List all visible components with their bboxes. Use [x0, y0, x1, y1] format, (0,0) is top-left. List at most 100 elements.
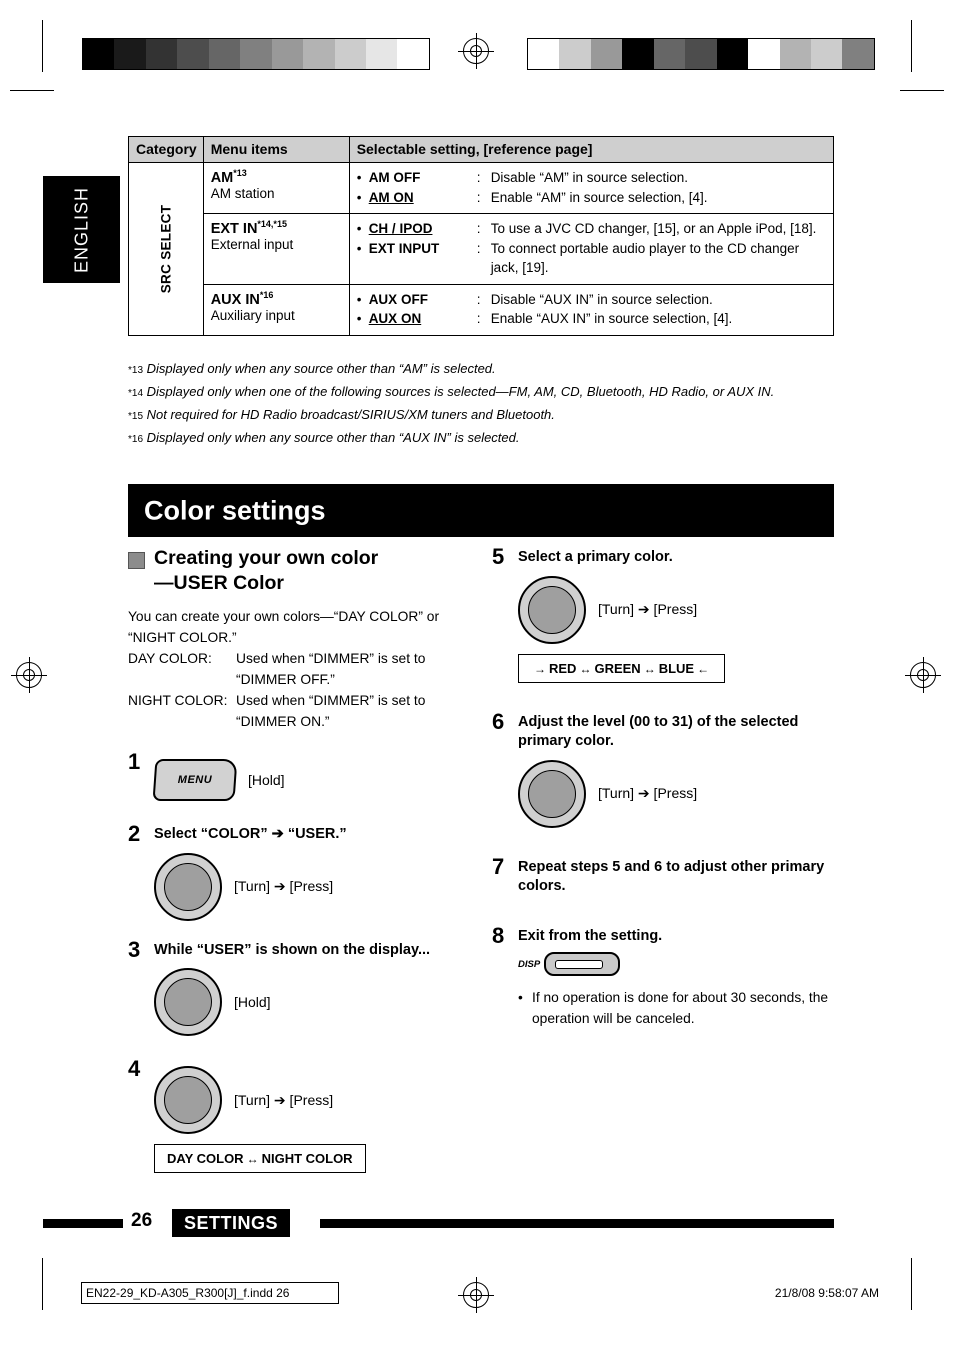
registration-mark-left: [11, 657, 47, 693]
definition-list: DAY COLOR: Used when “DIMMER” is set to …: [128, 649, 473, 733]
footer-rule-right: [320, 1219, 834, 1228]
header-category: Category: [128, 136, 204, 163]
footnote-marker: *13: [233, 168, 247, 178]
option-row: • AM ON : Enable “AM” in source selectio…: [357, 188, 827, 208]
cycle-box-day-night: DAY COLOR ↔ NIGHT COLOR: [154, 1144, 366, 1174]
footnote-marker: *16: [259, 289, 274, 300]
menu-item-title: AM*13: [210, 168, 247, 186]
subsection-heading: Creating your own color —USER Color: [128, 546, 473, 595]
step-number: 7: [492, 853, 505, 879]
step-action-label: [Hold]: [248, 771, 285, 788]
menu-item-cell-ext-in: EXT IN*14,*15 External input: [202, 213, 350, 285]
cycle-option: NIGHT COLOR: [261, 1151, 353, 1167]
definition-value: Used when “DIMMER” is set to: [236, 651, 426, 667]
option-name: AM OFF: [368, 170, 421, 185]
registration-mark-top: [458, 33, 494, 69]
crop-mark-right: [911, 20, 912, 72]
footnote-text: Displayed only when any source other tha…: [146, 429, 520, 445]
cycle-arrow-icon: →: [534, 661, 546, 676]
colon: :: [476, 291, 481, 307]
menu-item-title: EXT IN*14,*15: [210, 219, 287, 237]
settings-cell-am: • AM OFF : Disable “AM” in source select…: [348, 161, 835, 215]
crop-mark-top: [10, 90, 54, 91]
step-control-row: [Hold]: [154, 968, 473, 1037]
control-knob-icon[interactable]: [154, 1066, 222, 1135]
menu-item-subtitle: External input: [210, 236, 294, 252]
definition-row: DAY COLOR: Used when “DIMMER” is set to: [128, 649, 473, 670]
step-instruction: Adjust the level (00 to 31) of the selec…: [518, 713, 799, 750]
colon: :: [476, 189, 481, 205]
crop-mark-top-right: [900, 90, 944, 91]
step-8: 8 Exit from the setting. DISP • If no op…: [492, 924, 842, 1030]
step-5: 5 Select a primary color. [Turn] ➔ [Pres…: [492, 546, 842, 683]
settings-table: Category Menu items Selectable setting, …: [128, 136, 835, 336]
bullet-icon: •: [356, 221, 362, 237]
footnote-text: Displayed only when one of the following…: [146, 383, 775, 399]
table-row: SRC SELECT AM*13 AM station • AM OFF : D…: [128, 161, 835, 336]
definition-key: DAY COLOR:: [128, 651, 212, 667]
footnote: *14 Displayed only when one of the follo…: [128, 381, 848, 404]
registration-mark-bottom: [458, 1277, 494, 1313]
option-row: • CH / IPOD : To use a JVC CD changer, […: [357, 219, 827, 239]
menu-item-subtitle: Auxiliary input: [210, 307, 295, 323]
bullet-icon: •: [356, 189, 362, 205]
step-number: 4: [128, 1056, 141, 1082]
colon: :: [476, 170, 481, 185]
colon: :: [476, 311, 481, 327]
step-action-label: [Turn] ➔ [Press]: [598, 785, 698, 802]
step-instruction: Exit from the setting.: [518, 927, 663, 944]
control-knob-icon[interactable]: [154, 852, 222, 921]
disp-button-label: DISP: [518, 958, 541, 970]
option-description: To connect portable audio player to the …: [490, 240, 800, 276]
option-row: • AUX OFF : Disable “AUX IN” in source s…: [357, 290, 827, 310]
option-name: CH / IPOD: [368, 221, 433, 237]
bullet-icon: •: [356, 311, 362, 327]
menu-item-cell-aux-in: AUX IN*16 Auxiliary input: [202, 283, 350, 336]
option-row: • AUX ON : Enable “AUX IN” in source sel…: [357, 309, 827, 329]
control-knob-icon[interactable]: [154, 968, 222, 1037]
step-number: 3: [128, 936, 141, 962]
language-tab-label: ENGLISH: [71, 186, 91, 273]
color-swatch-bar-right: [527, 38, 875, 70]
cycle-arrow-icon: ←: [697, 661, 710, 676]
option-description: Enable “AM” in source selection, [4].: [490, 189, 708, 205]
page-number: 26: [131, 1210, 153, 1231]
footnotes: *13 Displayed only when any source other…: [128, 358, 848, 450]
step-action-label: [Turn] ➔ [Press]: [234, 878, 334, 894]
definition-key: NIGHT COLOR:: [128, 693, 228, 708]
cycle-arrow-icon: ↔: [579, 661, 592, 676]
crop-mark-right-bottom: [911, 1258, 912, 1310]
control-knob-icon[interactable]: [518, 575, 586, 644]
control-knob-icon[interactable]: [518, 759, 586, 828]
option-name: AUX OFF: [368, 291, 428, 307]
disp-button[interactable]: DISP: [518, 952, 842, 977]
bullet-icon: •: [356, 291, 362, 307]
menu-item-subtitle: AM station: [210, 185, 275, 201]
intro-paragraph: You can create your own colors—“DAY COLO…: [128, 609, 440, 646]
step-instruction: Select “COLOR” ➔ “USER.”: [154, 825, 347, 842]
step-action-label: [Turn] ➔ [Press]: [598, 601, 698, 618]
step-1: 1 MENU [Hold]: [128, 750, 473, 801]
note-row: • If no operation is done for about 30 s…: [518, 988, 842, 1029]
bullet-icon: •: [356, 240, 362, 256]
footnote: *16 Displayed only when any source other…: [128, 427, 848, 450]
option-name: AUX ON: [368, 311, 422, 327]
option-description: Enable “AUX IN” in source selection, [4]…: [490, 311, 733, 327]
footnote-marker: *14,*15: [257, 219, 287, 230]
option-row: • EXT INPUT : To connect portable audio …: [357, 239, 827, 278]
header-selectable-setting: Selectable setting, [reference page]: [348, 136, 835, 163]
heading-square-icon: [128, 552, 145, 569]
footnote-marker: *16: [128, 433, 144, 445]
colon: :: [476, 221, 481, 237]
heading-line-2: —USER Color: [154, 571, 285, 594]
crop-mark-left: [42, 20, 43, 72]
disp-button-shape: [544, 952, 621, 977]
section-title: Color settings: [144, 495, 326, 525]
cycle-option: RED: [549, 660, 577, 676]
step-6: 6 Adjust the level (00 to 31) of the sel…: [492, 710, 842, 828]
bullet-icon: •: [356, 170, 362, 185]
footnote: *15 Not required for HD Radio broadcast/…: [128, 404, 848, 427]
footnote: *13 Displayed only when any source other…: [128, 358, 848, 381]
footnote-text: Displayed only when any source other tha…: [146, 361, 496, 376]
menu-button[interactable]: MENU: [152, 758, 238, 801]
